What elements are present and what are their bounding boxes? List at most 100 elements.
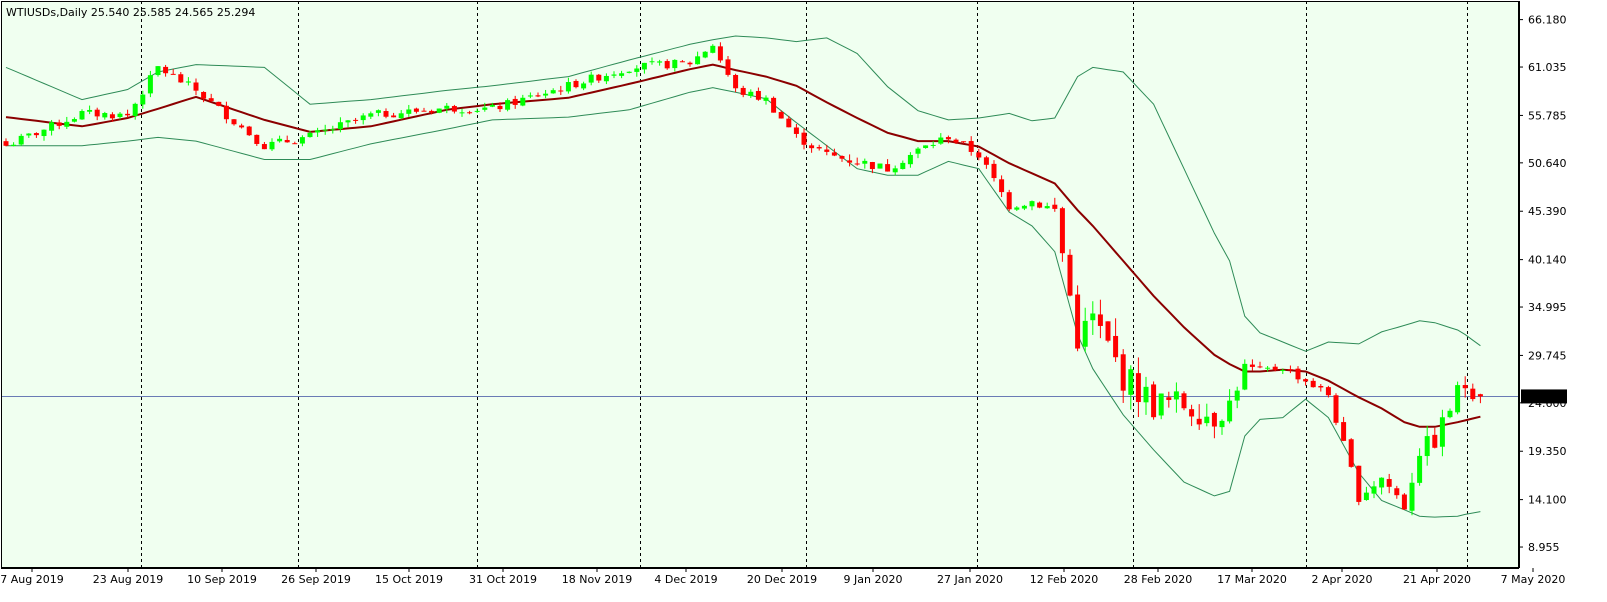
candle-body <box>961 141 967 143</box>
candle-body <box>71 119 77 122</box>
candle-body <box>839 155 845 159</box>
candle-body <box>527 95 533 97</box>
candle-body <box>550 90 556 94</box>
candle <box>1348 438 1354 468</box>
candle-body <box>1272 366 1278 370</box>
price-tick-label: 14.100 <box>1528 494 1567 507</box>
candle-body <box>406 109 412 114</box>
candle-body <box>1477 394 1483 397</box>
candle <box>1356 465 1362 506</box>
candle <box>1455 381 1461 415</box>
candle-body <box>132 103 138 116</box>
candle-body <box>862 160 868 164</box>
candle-body <box>1006 192 1012 210</box>
candle-body <box>307 132 313 138</box>
candle-body <box>1257 366 1263 368</box>
candle <box>1151 381 1157 420</box>
candle-body <box>626 71 632 73</box>
candle-body <box>277 138 283 142</box>
candle-body <box>94 109 100 117</box>
candle-body <box>1135 373 1141 403</box>
candle-body <box>322 129 328 131</box>
candle-body <box>1333 395 1339 423</box>
candle-body <box>999 179 1005 193</box>
price-tick-label: 40.140 <box>1528 254 1567 267</box>
candle-body <box>763 97 769 101</box>
time-axis[interactable]: 7 Aug 2019 23 Aug 2019 10 Sep 2019 26 Sep 2… <box>0 568 1565 586</box>
candle-body <box>497 105 503 110</box>
candle-body <box>178 74 184 83</box>
candle-body <box>1097 314 1103 326</box>
price-tick-label: 8.955 <box>1528 541 1560 554</box>
candle <box>702 51 708 59</box>
candle-body <box>170 73 176 75</box>
candle-body <box>740 87 746 95</box>
candle <box>1158 393 1164 420</box>
candle-body <box>1067 254 1073 296</box>
candle-body <box>1128 369 1134 395</box>
candle-body <box>702 51 708 58</box>
candle-body <box>672 59 678 69</box>
candle-body <box>49 122 55 131</box>
candle-body <box>1189 409 1195 417</box>
candle <box>436 108 442 114</box>
candle-body <box>809 145 815 149</box>
candle-body <box>201 91 207 99</box>
candle-body <box>140 94 146 105</box>
candle-body <box>193 82 199 91</box>
candle-body <box>649 61 655 63</box>
candle-body <box>436 108 442 113</box>
candle-body <box>1401 494 1407 510</box>
candle-body <box>216 101 222 106</box>
candle-body <box>299 137 305 144</box>
candlestick-chart[interactable]: 66.180 61.035 55.785 50.640 45.390 40.140 34.9… <box>0 0 1607 602</box>
candle-body <box>1181 393 1187 409</box>
candle-body <box>611 74 617 76</box>
candle-body <box>239 125 245 128</box>
candle-body <box>391 115 397 118</box>
candle-body <box>1052 204 1058 209</box>
candle-body <box>1462 385 1468 389</box>
candle-body <box>573 80 579 88</box>
candle-body <box>687 62 693 65</box>
chart-header: WTIUSDs,Daily 25.540 25.585 24.565 25.29… <box>6 6 255 19</box>
candle-body <box>444 105 450 109</box>
candle-body <box>254 134 260 144</box>
price-tick-label: 66.180 <box>1528 14 1567 27</box>
candle-body <box>831 152 837 156</box>
candle-body <box>451 106 457 112</box>
candle-body <box>1325 387 1331 396</box>
candle-body <box>543 93 549 96</box>
candle-body <box>1082 320 1088 347</box>
candle-body <box>923 145 929 149</box>
candle-body <box>1455 385 1461 413</box>
chart-window: 66.180 61.035 55.785 50.640 45.390 40.140 34.9… <box>0 0 1607 602</box>
candle-body <box>1295 368 1301 380</box>
candle-body <box>1120 354 1126 391</box>
candle-body <box>535 95 541 97</box>
time-tick-label: 12 Feb 2020 <box>1030 573 1098 586</box>
candle-body <box>1249 364 1255 367</box>
price-tick-label: 34.995 <box>1528 301 1567 314</box>
candle-body <box>3 141 9 146</box>
candle-body <box>1287 369 1293 371</box>
time-tick-label: 7 Aug 2019 <box>0 573 63 586</box>
candle-body <box>109 114 115 119</box>
time-tick-label: 18 Nov 2019 <box>562 573 632 586</box>
candle-body <box>1151 384 1157 418</box>
candle-body <box>315 130 321 133</box>
current-price-label: 25.294 <box>1527 390 1566 403</box>
time-tick-label: 31 Oct 2019 <box>469 573 537 586</box>
time-tick-label: 4 Dec 2019 <box>654 573 717 586</box>
candle-body <box>1447 410 1453 418</box>
price-axis[interactable]: 66.180 61.035 55.785 50.640 45.390 40.140 34.9… <box>1519 1 1567 568</box>
candle-body <box>292 143 298 145</box>
candle-body <box>1371 486 1377 494</box>
candle-body <box>261 144 267 150</box>
candle-body <box>1318 385 1324 388</box>
candle-body <box>18 135 24 145</box>
candle-body <box>1158 393 1164 416</box>
candle-body <box>284 139 290 143</box>
candle-body <box>907 154 913 165</box>
candle-body <box>1029 201 1035 207</box>
